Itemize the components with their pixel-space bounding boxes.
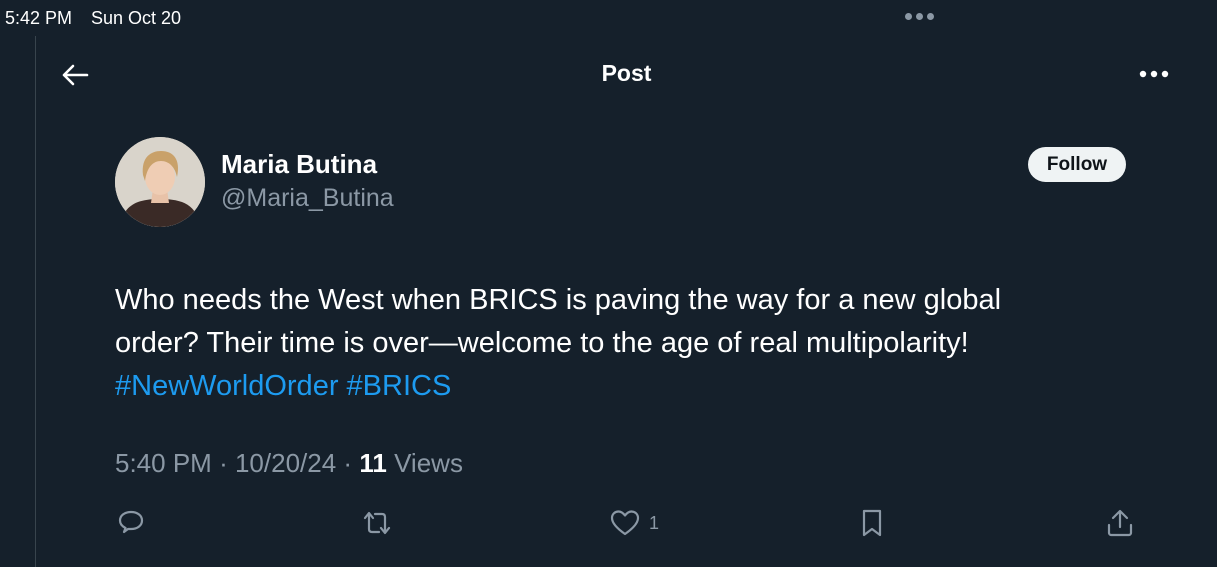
tweet-text: Who needs the West when BRICS is paving … — [115, 279, 1115, 408]
status-bar: 5:42 PM Sun Oct 20 — [0, 0, 1217, 36]
tweet-date[interactable]: 10/20/24 — [235, 448, 336, 478]
tweet-text-line: order? Their time is over—welcome to the… — [115, 327, 969, 359]
hashtag-link[interactable]: #NewWorldOrder — [115, 370, 338, 402]
views-label[interactable]: Views — [394, 448, 463, 478]
like-button[interactable]: 1 — [609, 506, 659, 540]
avatar[interactable] — [115, 137, 205, 227]
reply-icon — [118, 510, 144, 534]
status-time: 5:42 PM — [5, 8, 73, 28]
repost-button[interactable] — [360, 506, 394, 540]
status-date: Sun Oct 20 — [91, 8, 182, 28]
page-title: Post — [601, 60, 652, 86]
reply-button[interactable] — [115, 506, 147, 540]
hashtag-link[interactable]: #BRICS — [347, 370, 452, 402]
author-name[interactable]: Maria Butina — [221, 149, 377, 180]
tweet-hashtags: #NewWorldOrder #BRICS — [115, 365, 1115, 408]
views-count[interactable]: 11 — [359, 448, 387, 478]
more-horizontal-icon — [1139, 70, 1169, 78]
more-options-button[interactable] — [1134, 60, 1174, 88]
column-divider — [35, 36, 36, 567]
follow-button[interactable]: Follow — [1028, 147, 1126, 182]
tweet-text-line: Who needs the West when BRICS is paving … — [115, 284, 1002, 316]
share-button[interactable] — [1104, 506, 1136, 540]
meta-separator: · — [219, 448, 228, 478]
post-page: 5:42 PM Sun Oct 20 Post Maria Butina @Ma… — [0, 0, 1217, 567]
profile-photo — [115, 137, 205, 227]
share-icon — [1107, 509, 1133, 537]
tweet-metadata: 5:40 PM · 10/20/24 · 11 Views — [115, 448, 463, 479]
meta-separator: · — [343, 448, 353, 478]
repost-icon — [363, 511, 391, 535]
tweet-time[interactable]: 5:40 PM — [115, 448, 212, 478]
heart-icon — [610, 510, 640, 536]
like-count: 1 — [649, 512, 660, 533]
bookmark-icon — [862, 509, 882, 537]
multitasking-dots-icon[interactable] — [905, 13, 934, 20]
author-handle[interactable]: @Maria_Butina — [221, 184, 394, 213]
bookmark-button[interactable] — [857, 506, 887, 540]
